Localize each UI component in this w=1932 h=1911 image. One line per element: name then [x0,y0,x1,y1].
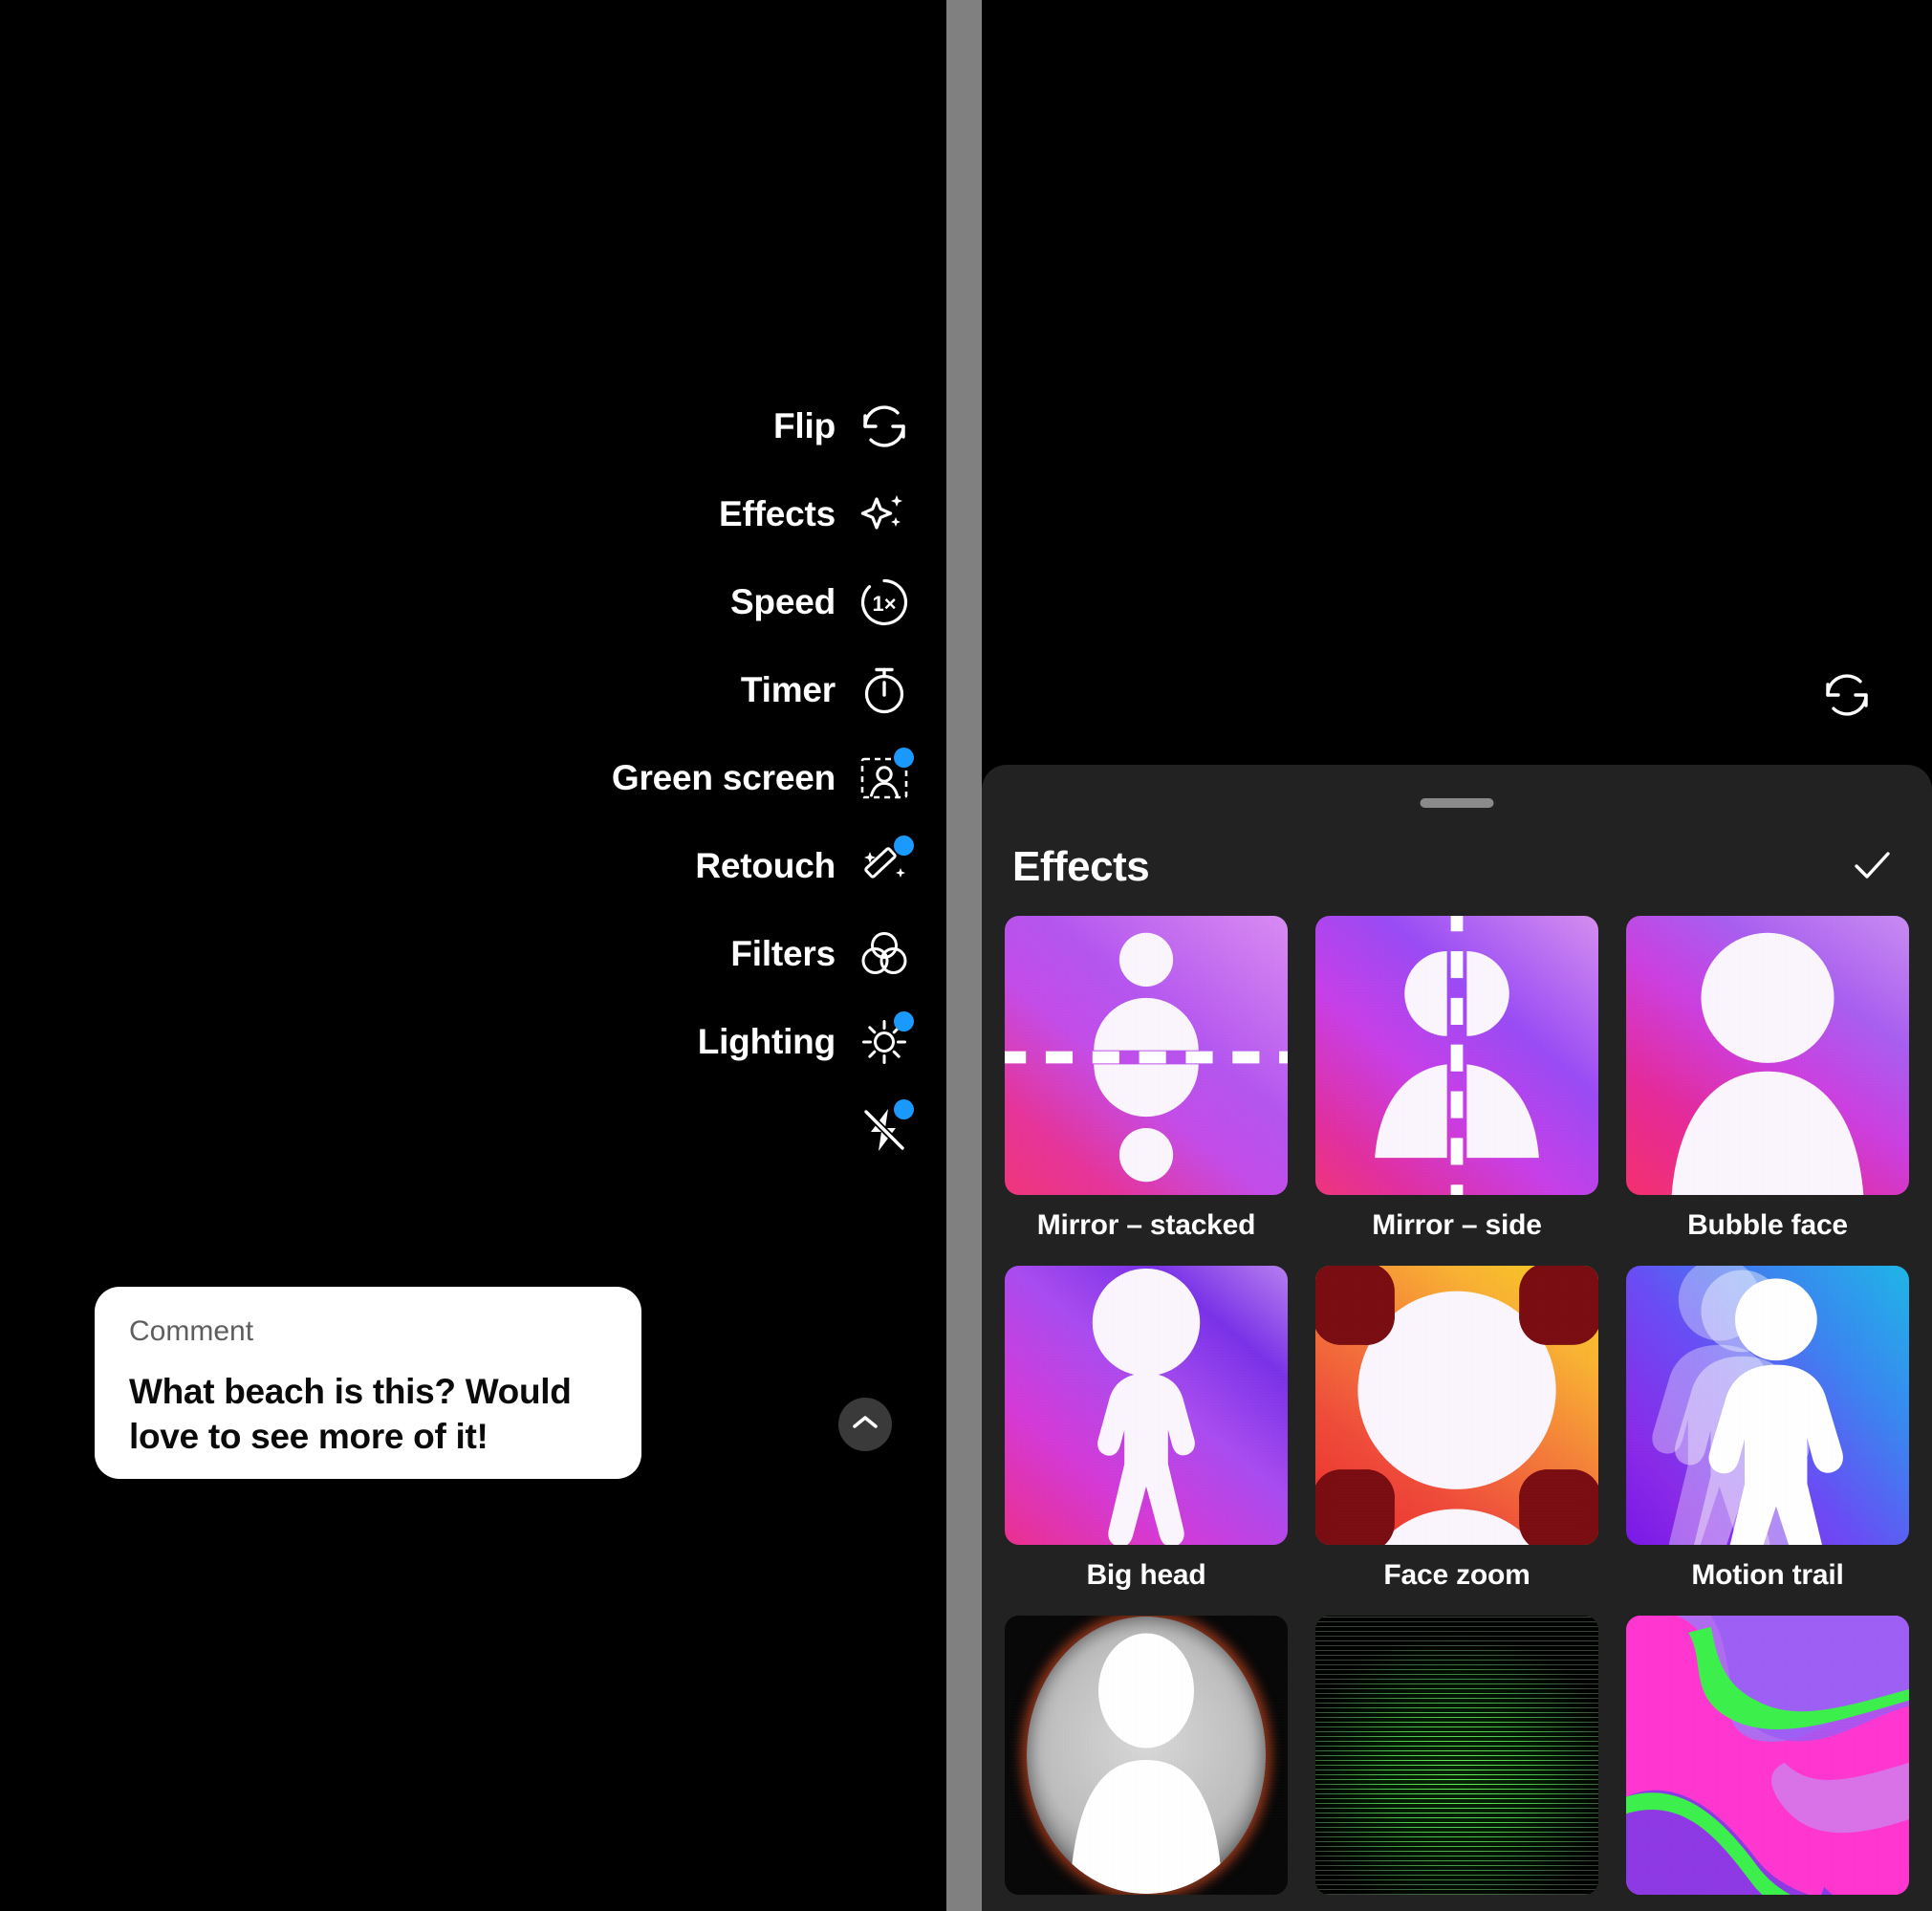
menu-item-timer[interactable]: Timer [741,646,912,734]
green-screen-icon[interactable] [857,748,914,806]
menu-item-label: Flip [773,406,836,445]
menu-item-label: Lighting [697,1022,836,1061]
effect-item[interactable] [1626,1616,1909,1911]
psychedelic-art [1626,1616,1909,1895]
screenshot-root: Flip Effects Speed 1× Timer Green screen… [0,0,1932,1911]
fisheye-art [1005,1616,1288,1895]
flip-camera-icon[interactable] [857,399,912,454]
menu-item-filters[interactable]: Filters [730,910,912,998]
effect-label: Mirror – side [1372,1209,1542,1241]
flip-camera-button[interactable] [1819,669,1875,725]
effects-bottom-sheet: Effects Mirror – stacked Mirror – side B… [982,765,1932,1911]
effect-thumbnail-motion-trail[interactable] [1626,1266,1909,1545]
scanline-art [1315,1616,1598,1895]
notification-badge [894,1099,914,1119]
effect-thumbnail-big-head[interactable] [1005,1266,1288,1545]
effect-item[interactable]: Bubble face [1626,916,1909,1266]
effect-thumbnail-mirror-side[interactable] [1315,916,1598,1195]
menu-item-speed[interactable]: Speed 1× [730,558,912,646]
effect-thumbnail-face-zoom[interactable] [1315,1266,1598,1545]
page-title: Effects [1012,843,1150,890]
magic-wand-icon[interactable] [857,836,914,894]
svg-text:1×: 1× [872,592,896,616]
menu-item-green-screen[interactable]: Green screen [611,734,914,822]
effect-item[interactable]: Face zoom [1315,1266,1598,1616]
effect-label: Motion trail [1691,1559,1844,1591]
effect-item[interactable]: Mirror – side [1315,916,1598,1266]
notification-badge [894,1011,914,1032]
effect-item[interactable] [1005,1616,1288,1911]
chevron-up-icon [849,1406,881,1444]
menu-item-effects[interactable]: Effects [719,470,912,558]
effect-thumbnail-mirror-stacked[interactable] [1005,916,1288,1195]
menu-item-flip[interactable]: Flip [773,382,912,470]
effects-grid: Mirror – stacked Mirror – side Bubble fa… [982,916,1932,1911]
notification-badge [894,836,914,856]
effect-item[interactable]: Mirror – stacked [1005,916,1288,1266]
effect-thumbnail-green-scanlines[interactable] [1315,1616,1598,1895]
check-icon [1849,842,1895,893]
menu-item-label: Green screen [611,758,836,797]
menu-item-lighting[interactable]: Lighting [697,998,914,1086]
effect-thumbnail-fisheye[interactable] [1005,1616,1288,1895]
effects-sheet-header: Effects [982,824,1932,910]
menu-item-label: Timer [740,670,836,709]
panel-divider [946,0,982,1911]
effect-item[interactable] [1315,1616,1598,1911]
collapse-menu-button[interactable] [838,1398,892,1451]
effect-label: Big head [1086,1559,1206,1591]
effect-thumbnail-psychedelic[interactable] [1626,1616,1909,1895]
camera-right-panel: Effects Mirror – stacked Mirror – side B… [982,0,1932,1911]
effect-label: Face zoom [1383,1559,1530,1591]
effect-item[interactable]: Big head [1005,1266,1288,1616]
effect-label: Mirror – stacked [1036,1209,1256,1241]
confirm-button[interactable] [1848,843,1896,891]
menu-item-label: Effects [719,494,836,533]
menu-item-label: Retouch [695,846,836,885]
timer-icon[interactable] [857,662,912,718]
speed-1x-icon[interactable]: 1× [857,575,912,630]
flash-off-icon[interactable] [857,1099,914,1158]
flip-camera-icon [1820,668,1874,727]
lighting-sun-icon[interactable] [857,1011,914,1070]
sparkles-icon[interactable] [857,487,912,542]
notification-badge [894,748,914,768]
menu-item-flash[interactable] [857,1086,914,1174]
menu-item-retouch[interactable]: Retouch [695,822,914,910]
comment-card-label: Comment [129,1315,254,1347]
camera-side-menu: Flip Effects Speed 1× Timer Green screen… [611,382,914,1174]
effect-item[interactable]: Motion trail [1626,1266,1909,1616]
comment-card-text: What beach is this? Would love to see mo… [129,1372,572,1456]
menu-item-label: Speed [729,582,836,621]
sheet-drag-handle[interactable] [1420,798,1494,808]
effect-label: Bubble face [1687,1209,1848,1241]
comment-callout-card[interactable]: Comment What beach is this? Would love t… [95,1287,641,1479]
effect-thumbnail-bubble-face[interactable] [1626,916,1909,1195]
filters-icon[interactable] [857,926,912,982]
menu-item-label: Filters [730,934,836,973]
camera-left-panel: Flip Effects Speed 1× Timer Green screen… [0,0,946,1911]
fisheye-lens [1027,1617,1266,1894]
